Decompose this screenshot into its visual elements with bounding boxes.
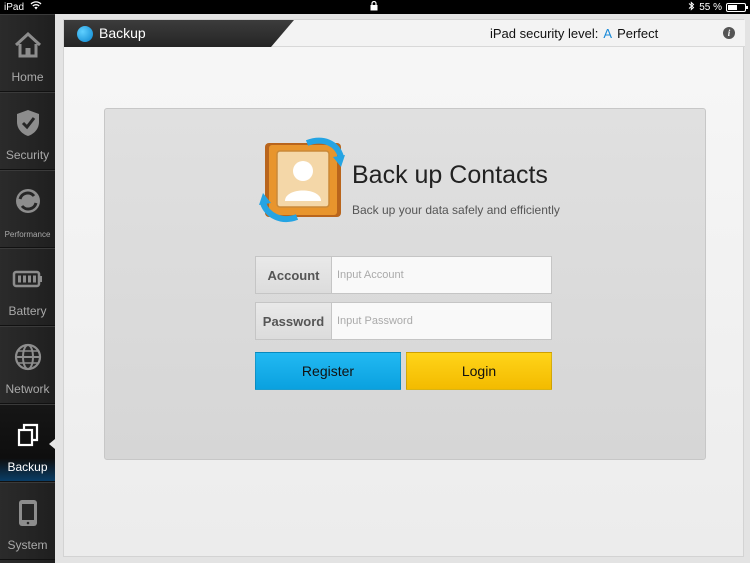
account-field: Account [255, 256, 552, 294]
account-input[interactable] [332, 257, 551, 293]
shield-icon [0, 107, 55, 139]
contacts-backup-icon [257, 131, 349, 223]
card-subtitle: Back up your data safely and efficiently [352, 203, 560, 217]
sidebar-item-label: System [7, 538, 48, 552]
sidebar-item-home[interactable]: Home [0, 14, 55, 92]
sidebar-item-network[interactable]: Network [0, 326, 55, 404]
sidebar-item-backup[interactable]: Backup [0, 404, 55, 482]
security-level: iPad security level: A Perfect [490, 26, 658, 41]
backup-card: Back up Contacts Back up your data safel… [104, 108, 706, 460]
sidebar-item-battery[interactable]: Battery [0, 248, 55, 326]
login-button[interactable]: Login [406, 352, 552, 390]
account-label: Account [256, 257, 332, 293]
device-name: iPad [4, 1, 25, 13]
battery-icon [0, 263, 55, 295]
sidebar-item-performance[interactable]: Performance [0, 170, 55, 248]
battery-level-fill [728, 5, 737, 10]
password-label: Password [256, 303, 332, 339]
main-area: Backup iPad security level: A Perfect i [55, 14, 750, 563]
sidebar-item-label: Backup [7, 460, 48, 474]
home-icon [0, 29, 55, 61]
bluetooth-icon [688, 1, 695, 14]
performance-icon [0, 185, 55, 217]
security-grade: A [603, 26, 613, 41]
page-title: Backup [99, 25, 146, 41]
battery-percent: 55 % [699, 2, 722, 13]
sidebar-item-label: Battery [8, 304, 47, 318]
backup-panel: Backup iPad security level: A Perfect i [63, 19, 745, 557]
sidebar-item-label: Performance [4, 230, 51, 239]
backup-icon [0, 419, 55, 451]
globe-icon [0, 341, 55, 373]
battery-status-icon [726, 3, 748, 12]
security-level-label: iPad security level: [490, 26, 599, 41]
sidebar-item-security[interactable]: Security [0, 92, 55, 170]
password-field: Password [255, 302, 552, 340]
device-icon [0, 497, 55, 529]
header-tab: Backup [64, 20, 294, 47]
lock-icon [370, 0, 378, 14]
status-bar: iPad 55 % [0, 0, 750, 14]
sidebar-item-system[interactable]: System [0, 482, 55, 560]
card-title: Back up Contacts [352, 161, 548, 189]
wifi-icon [30, 1, 42, 13]
register-button[interactable]: Register [255, 352, 401, 390]
app-logo-icon [77, 26, 93, 42]
password-input[interactable] [332, 303, 551, 339]
info-icon[interactable]: i [723, 27, 735, 39]
panel-header: Backup iPad security level: A Perfect i [64, 20, 745, 47]
sidebar: Home Security Performance Battery Networ… [0, 14, 55, 563]
sidebar-item-label: Home [11, 70, 44, 84]
security-status: Perfect [617, 26, 659, 41]
sidebar-item-label: Network [5, 382, 50, 396]
sidebar-item-label: Security [5, 148, 50, 162]
